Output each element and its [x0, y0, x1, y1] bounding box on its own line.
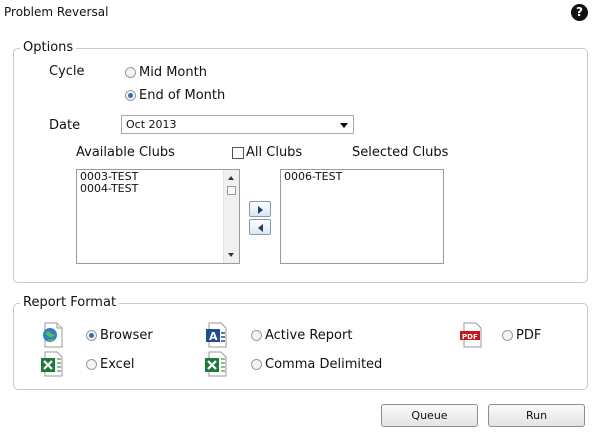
- options-legend: Options: [20, 40, 77, 55]
- scroll-up-icon[interactable]: [228, 176, 234, 180]
- mid-month-label: Mid Month: [139, 65, 207, 80]
- pdf-label: PDF: [516, 328, 542, 343]
- format-comma-delimited[interactable]: Comma Delimited: [251, 357, 382, 372]
- dialog-title: Problem Reversal: [4, 5, 109, 19]
- all-clubs-label: All Clubs: [246, 145, 303, 160]
- end-of-month-label: End of Month: [139, 88, 226, 103]
- selected-clubs-label: Selected Clubs: [352, 145, 449, 160]
- arrow-right-icon: [258, 206, 263, 214]
- cycle-radio-mid-month[interactable]: Mid Month: [125, 65, 207, 80]
- end-of-month-radio[interactable]: [125, 90, 136, 101]
- date-select[interactable]: Oct 2013: [121, 115, 354, 134]
- available-clubs-label: Available Clubs: [76, 145, 175, 160]
- format-excel[interactable]: Excel: [86, 357, 134, 372]
- browser-radio[interactable]: [86, 330, 97, 341]
- pdf-radio[interactable]: [502, 330, 513, 341]
- format-active-report[interactable]: Active Report: [251, 328, 352, 343]
- date-label: Date: [49, 118, 81, 133]
- scroll-thumb[interactable]: [227, 186, 236, 195]
- format-browser[interactable]: Browser: [86, 328, 153, 343]
- browser-label: Browser: [100, 328, 153, 343]
- cycle-radio-end-of-month[interactable]: End of Month: [125, 88, 225, 103]
- all-clubs-checkbox[interactable]: [232, 146, 244, 159]
- run-button[interactable]: Run: [488, 404, 585, 427]
- svg-text:A: A: [209, 330, 218, 343]
- date-select-value: Oct 2013: [126, 118, 177, 131]
- active-report-radio[interactable]: [251, 330, 262, 341]
- queue-button[interactable]: Queue: [381, 404, 478, 427]
- move-right-button[interactable]: [249, 201, 271, 217]
- move-left-button[interactable]: [249, 219, 271, 235]
- chevron-down-icon: [340, 123, 348, 128]
- cycle-label: Cycle: [49, 64, 85, 79]
- list-item[interactable]: 0004-TEST: [80, 183, 236, 195]
- svg-text:PDF: PDF: [462, 333, 478, 341]
- selected-clubs-list[interactable]: 0006-TEST: [280, 169, 444, 264]
- report-format-legend: Report Format: [20, 295, 120, 310]
- arrow-left-icon: [258, 224, 263, 232]
- excel-label: Excel: [100, 357, 135, 372]
- format-pdf[interactable]: PDF: [502, 328, 541, 343]
- active-report-label: Active Report: [265, 328, 353, 343]
- comma-delimited-radio[interactable]: [251, 359, 262, 370]
- help-icon[interactable]: ?: [571, 4, 588, 21]
- all-clubs-checkbox-row[interactable]: All Clubs: [232, 145, 302, 160]
- pdf-icon: PDF: [460, 322, 482, 348]
- scrollbar[interactable]: [223, 170, 239, 263]
- scroll-down-icon[interactable]: [228, 253, 234, 257]
- csv-excel-icon: [205, 351, 227, 377]
- excel-icon: [41, 351, 63, 377]
- comma-delimited-label: Comma Delimited: [265, 357, 383, 372]
- mid-month-radio[interactable]: [125, 67, 136, 78]
- list-item[interactable]: 0006-TEST: [284, 171, 440, 183]
- available-clubs-list[interactable]: 0003-TEST 0004-TEST: [76, 169, 240, 264]
- globe-document-icon: [43, 322, 63, 348]
- excel-radio[interactable]: [86, 359, 97, 370]
- report-format-group: [13, 303, 588, 390]
- active-report-icon: A: [206, 322, 227, 348]
